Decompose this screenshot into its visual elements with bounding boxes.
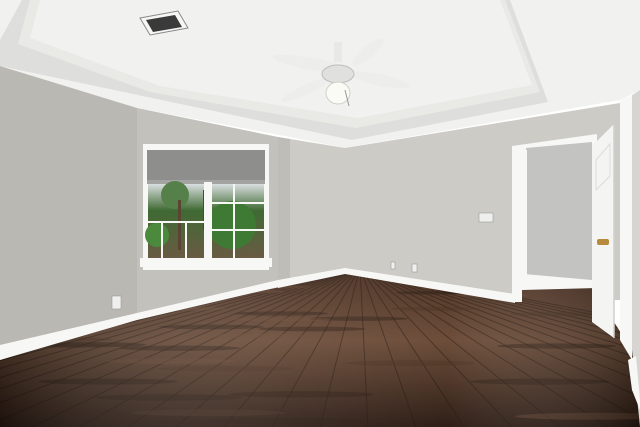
- door-handle[interactable]: [597, 239, 609, 245]
- doorway: [512, 134, 597, 302]
- hallway-wall: [526, 142, 592, 282]
- light-switch: [478, 212, 494, 223]
- outlet-back-2: [390, 261, 396, 270]
- outlet-back: [411, 263, 418, 273]
- room-scene: [0, 0, 640, 427]
- window-sill: [140, 258, 272, 267]
- open-door: [592, 124, 615, 338]
- window-shade: [147, 150, 265, 182]
- door-frame-right: [620, 95, 632, 360]
- fan-light-globe: [325, 81, 351, 105]
- window: [140, 144, 272, 270]
- outlet-left: [111, 295, 122, 310]
